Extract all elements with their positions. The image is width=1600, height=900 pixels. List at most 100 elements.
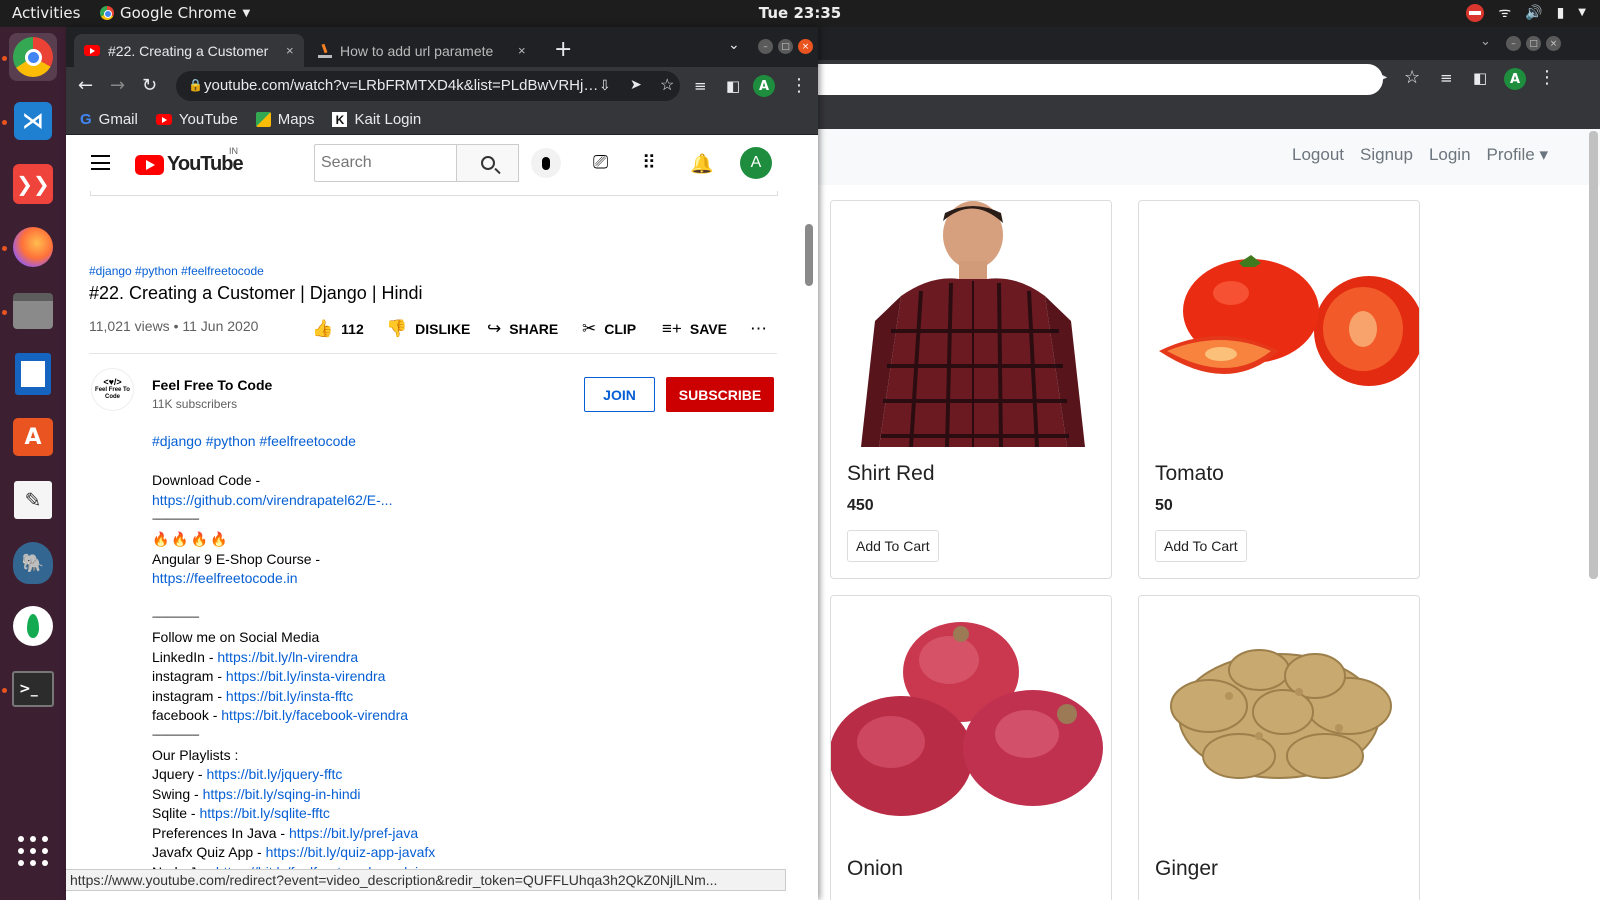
- show-apps-icon[interactable]: [9, 827, 57, 875]
- menu-icon[interactable]: ⋮: [790, 76, 808, 96]
- app-menu[interactable]: Google Chrome ▼: [100, 4, 250, 22]
- system-tray[interactable]: ᯤ 🔊 ▮ ▼: [1466, 3, 1586, 22]
- address-bar[interactable]: 🔒 youtube.com/watch?v=LRbFRMTXD4k&list=P…: [176, 71, 680, 101]
- chrome-icon[interactable]: [9, 33, 57, 81]
- description-link[interactable]: https://bit.ly/insta-virendra: [226, 668, 386, 684]
- minimize-button[interactable]: –: [1506, 36, 1521, 51]
- new-tab-button[interactable]: +: [554, 37, 572, 62]
- files-icon[interactable]: [9, 287, 57, 335]
- description-link[interactable]: https://bit.ly/quiz-app-javafx: [266, 844, 436, 860]
- youtube-logo[interactable]: YouTube IN: [135, 146, 244, 176]
- search-button[interactable]: [456, 144, 519, 182]
- signup-link[interactable]: Signup: [1360, 145, 1413, 165]
- description-link[interactable]: https://bit.ly/sqlite-fftc: [199, 805, 329, 821]
- reload-icon[interactable]: ↻: [142, 76, 157, 96]
- apps-grid-icon[interactable]: ⠿: [642, 152, 656, 175]
- product-image-tomato: [1139, 201, 1419, 447]
- view-count: 11,021 views • 11 Jun 2020: [89, 318, 259, 334]
- add-to-cart-button[interactable]: Add To Cart: [1155, 530, 1247, 562]
- voice-search-button[interactable]: [531, 148, 561, 178]
- dislike-button[interactable]: 👎 DISLIKE: [386, 319, 470, 339]
- bookmark-maps[interactable]: Maps: [255, 111, 314, 128]
- clip-button[interactable]: ✂ CLIP: [582, 319, 636, 339]
- join-button[interactable]: JOIN: [584, 377, 655, 412]
- forward-icon[interactable]: →: [110, 76, 125, 96]
- description-link[interactable]: https://feelfreetocode.in: [152, 570, 298, 586]
- menu-icon[interactable]: ⋮: [1538, 68, 1556, 88]
- background-browser-window[interactable]: ⌄ – □ × ➤ ☆ ≡ ◧ A ⋮ Logout Signup Login …: [818, 27, 1600, 900]
- back-icon[interactable]: ←: [78, 76, 93, 96]
- software-icon[interactable]: A: [9, 413, 57, 461]
- like-button[interactable]: 👍 112: [312, 319, 364, 339]
- close-tab-icon[interactable]: ×: [286, 43, 294, 58]
- thumbs-up-icon: 👍: [312, 319, 334, 338]
- profile-avatar[interactable]: A: [753, 75, 775, 97]
- bookmark-star-icon[interactable]: ☆: [1404, 68, 1420, 88]
- bookmark-youtube[interactable]: YouTube: [155, 111, 238, 128]
- logout-link[interactable]: Logout: [1292, 145, 1344, 165]
- profile-avatar[interactable]: A: [1504, 68, 1526, 90]
- subscribe-button[interactable]: SUBSCRIBE: [666, 377, 774, 412]
- account-avatar[interactable]: A: [740, 147, 772, 179]
- description-link[interactable]: https://bit.ly/insta-fftc: [226, 688, 353, 704]
- save-button[interactable]: ≡+ SAVE: [662, 319, 727, 339]
- notifications-bell-icon[interactable]: 🔔: [690, 152, 714, 176]
- anydesk-icon[interactable]: ❯❯: [9, 160, 57, 208]
- close-button[interactable]: ×: [1546, 36, 1561, 51]
- bookmark-gmail[interactable]: G Gmail: [80, 111, 138, 128]
- description-link[interactable]: https://bit.ly/sqing-in-hindi: [203, 786, 361, 802]
- system-menu-chevron-icon[interactable]: ▼: [1578, 7, 1586, 18]
- close-window-button[interactable]: ×: [798, 39, 813, 54]
- background-address-bar[interactable]: [818, 64, 1383, 95]
- lock-icon[interactable]: 🔒: [188, 78, 203, 92]
- text-editor-icon[interactable]: ✎: [9, 476, 57, 524]
- wifi-icon[interactable]: ᯤ: [1498, 3, 1511, 22]
- writer-icon[interactable]: [9, 350, 57, 398]
- mongodb-icon[interactable]: [9, 602, 57, 650]
- video-hashtags[interactable]: #django #python #feelfreetocode: [89, 264, 264, 278]
- vscode-icon[interactable]: ⋊: [9, 97, 57, 145]
- bookmark-star-icon[interactable]: ☆: [660, 75, 674, 95]
- maximize-button[interactable]: □: [778, 39, 793, 54]
- tab-stackoverflow[interactable]: How to add url paramete ×: [308, 34, 538, 67]
- bookmark-kait-login[interactable]: K Kait Login: [332, 111, 421, 128]
- volume-icon[interactable]: 🔊: [1525, 5, 1542, 21]
- minimize-button[interactable]: –: [758, 39, 773, 54]
- description-link[interactable]: https://github.com/virendrapatel62/E-...: [152, 492, 392, 508]
- description-hashtags[interactable]: #django #python #feelfreetocode: [152, 433, 356, 449]
- description-link[interactable]: https://bit.ly/pref-java: [289, 825, 418, 841]
- more-actions-button[interactable]: ⋯: [750, 319, 767, 339]
- add-to-cart-button[interactable]: Add To Cart: [847, 530, 939, 562]
- firefox-icon[interactable]: [9, 223, 57, 271]
- description-link[interactable]: https://bit.ly/ln-virendra: [217, 649, 358, 665]
- description-link[interactable]: https://bit.ly/jquery-fftc: [206, 766, 342, 782]
- product-name: Shirt Red: [847, 462, 935, 485]
- hamburger-menu-icon[interactable]: [91, 155, 110, 170]
- postgres-icon[interactable]: 🐘: [9, 539, 57, 587]
- do-not-disturb-icon[interactable]: [1466, 3, 1485, 22]
- activities-button[interactable]: Activities: [12, 4, 80, 22]
- description-link[interactable]: https://bit.ly/facebook-virendra: [221, 707, 408, 723]
- tab-youtube[interactable]: #22. Creating a Customer ×: [74, 34, 304, 67]
- page-scrollbar[interactable]: [1589, 131, 1598, 579]
- side-panel-icon[interactable]: ◧: [726, 76, 740, 96]
- channel-avatar[interactable]: <♥/> Feel Free To Code: [91, 368, 134, 411]
- install-icon[interactable]: ⇩: [599, 77, 611, 94]
- reading-list-icon[interactable]: ≡: [1440, 68, 1453, 88]
- maximize-button[interactable]: □: [1526, 36, 1541, 51]
- browser-window[interactable]: #22. Creating a Customer × How to add ur…: [66, 27, 818, 900]
- side-panel-icon[interactable]: ◧: [1473, 68, 1487, 88]
- terminal-icon[interactable]: >_: [9, 665, 57, 713]
- close-tab-icon[interactable]: ×: [518, 43, 526, 58]
- tab-search-icon[interactable]: ⌄: [1480, 34, 1491, 49]
- page-scrollbar[interactable]: [805, 224, 813, 286]
- send-icon[interactable]: ➤: [630, 76, 642, 93]
- profile-dropdown[interactable]: Profile ▾: [1487, 145, 1548, 165]
- tab-search-icon[interactable]: ⌄: [728, 37, 740, 53]
- login-link[interactable]: Login: [1429, 145, 1471, 165]
- share-button[interactable]: ↪ SHARE: [487, 319, 558, 339]
- create-video-icon[interactable]: ⎚: [593, 152, 608, 174]
- reading-list-icon[interactable]: ≡: [694, 76, 707, 96]
- channel-name[interactable]: Feel Free To Code: [152, 377, 272, 393]
- battery-icon[interactable]: ▮: [1557, 5, 1565, 21]
